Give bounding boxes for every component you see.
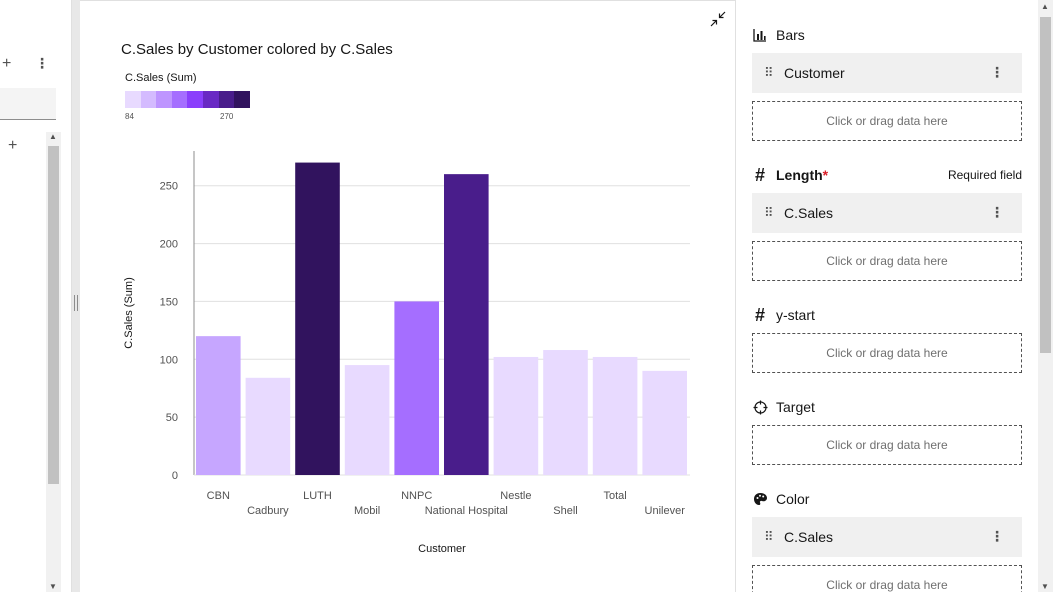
bars-field-pill[interactable]: ⠿ Customer ⋮ — [752, 53, 1022, 93]
right-scrollbar-thumb[interactable] — [1040, 17, 1051, 353]
x-tick-label: Total — [603, 490, 626, 502]
bar — [245, 377, 291, 475]
overflow-menu-icon[interactable]: ⋮ — [990, 204, 1004, 221]
x-tick-label: Shell — [553, 505, 577, 517]
bar — [394, 301, 439, 475]
search-input[interactable] — [0, 88, 56, 120]
length-drop-zone[interactable]: Click or drag data here — [752, 241, 1022, 281]
bar — [642, 370, 687, 475]
color-field-label: C.Sales — [784, 529, 834, 545]
y-tick-label: 100 — [160, 354, 178, 366]
bar — [444, 174, 489, 475]
overflow-menu-icon[interactable]: ⋮ — [990, 64, 1004, 81]
y-axis-title: C.Sales (Sum) — [123, 277, 135, 349]
overflow-menu-icon[interactable]: ⋮ — [35, 55, 49, 72]
palette-icon — [752, 491, 768, 507]
bar — [295, 162, 340, 476]
bars-section-header: Bars — [752, 25, 1022, 45]
x-axis-title: Customer — [418, 543, 466, 555]
overflow-menu-icon[interactable]: ⋮ — [990, 528, 1004, 545]
hash-icon: # — [754, 164, 765, 185]
y-tick-label: 50 — [166, 412, 178, 424]
bars-label: Bars — [776, 27, 805, 43]
required-field-text: Required field — [947, 168, 1022, 182]
field-wells-panel: Bars ⠿ Customer ⋮ Click or drag data her… — [735, 0, 1038, 592]
color-section-header: Color — [752, 489, 1022, 509]
bar — [543, 350, 588, 475]
target-label: Target — [776, 399, 815, 415]
length-field-label: C.Sales — [784, 205, 834, 221]
panel-splitter[interactable] — [72, 0, 80, 592]
scroll-down-arrow-icon[interactable]: ▼ — [49, 582, 57, 591]
bar-chart-icon — [752, 27, 768, 43]
y-start-section-header: # y-start — [752, 305, 1022, 325]
bar-chart: 0 50 100 150 200 250 CBN Cadbury LUTH Mobil NNPC Na… — [123, 151, 690, 555]
required-star: * — [822, 167, 829, 183]
y-tick-label: 250 — [160, 181, 178, 193]
target-section-header: Target — [752, 397, 1022, 417]
x-tick-label: LUTH — [303, 490, 332, 502]
scroll-down-arrow-icon[interactable]: ▼ — [1041, 582, 1049, 591]
left-scrollbar-thumb[interactable] — [48, 146, 59, 484]
bar — [196, 336, 241, 475]
y-start-drop-zone[interactable]: Click or drag data here — [752, 333, 1022, 373]
bar — [344, 365, 390, 475]
bars-field-label: Customer — [784, 65, 845, 81]
crosshair-icon — [752, 399, 768, 415]
splitter-grip-icon[interactable] — [74, 295, 78, 311]
x-tick-label: CBN — [207, 490, 230, 502]
scroll-up-arrow-icon[interactable]: ▲ — [1041, 2, 1049, 11]
app-root: + ⋮ + ▲ ▼ C.Sales by Customer colored by… — [0, 0, 1053, 592]
y-start-label: y-start — [776, 307, 815, 323]
x-tick-label: National Hospital — [425, 505, 508, 517]
add-icon[interactable]: + — [8, 137, 17, 155]
y-tick-label: 0 — [172, 470, 178, 482]
chart-canvas: C.Sales by Customer colored by C.Sales C… — [80, 0, 735, 592]
x-tick-label: NNPC — [401, 490, 432, 502]
drag-handle-icon[interactable]: ⠿ — [764, 205, 776, 221]
x-tick-label: Mobil — [354, 505, 380, 517]
length-label: Length — [776, 167, 823, 183]
color-label: Color — [776, 491, 810, 507]
x-tick-label: Cadbury — [247, 505, 289, 517]
drag-handle-icon[interactable]: ⠿ — [764, 529, 776, 545]
x-tick-label: Unilever — [645, 505, 686, 517]
target-drop-zone[interactable]: Click or drag data here — [752, 425, 1022, 465]
color-drop-zone[interactable]: Click or drag data here — [752, 565, 1022, 592]
length-section-header: # Length * Required field — [752, 165, 1022, 185]
bar — [493, 356, 539, 475]
y-tick-label: 200 — [160, 239, 178, 251]
drag-handle-icon[interactable]: ⠿ — [764, 65, 776, 81]
y-tick-label: 150 — [160, 296, 178, 308]
bars-drop-zone[interactable]: Click or drag data here — [752, 101, 1022, 141]
length-field-pill[interactable]: ⠿ C.Sales ⋮ — [752, 193, 1022, 233]
scroll-up-arrow-icon[interactable]: ▲ — [49, 132, 57, 141]
add-icon[interactable]: + — [2, 55, 11, 73]
hash-icon: # — [754, 304, 765, 325]
x-tick-label: Nestle — [500, 490, 531, 502]
color-field-pill[interactable]: ⠿ C.Sales ⋮ — [752, 517, 1022, 557]
left-data-panel: + ⋮ + ▲ ▼ — [0, 0, 72, 592]
bar — [592, 356, 638, 475]
